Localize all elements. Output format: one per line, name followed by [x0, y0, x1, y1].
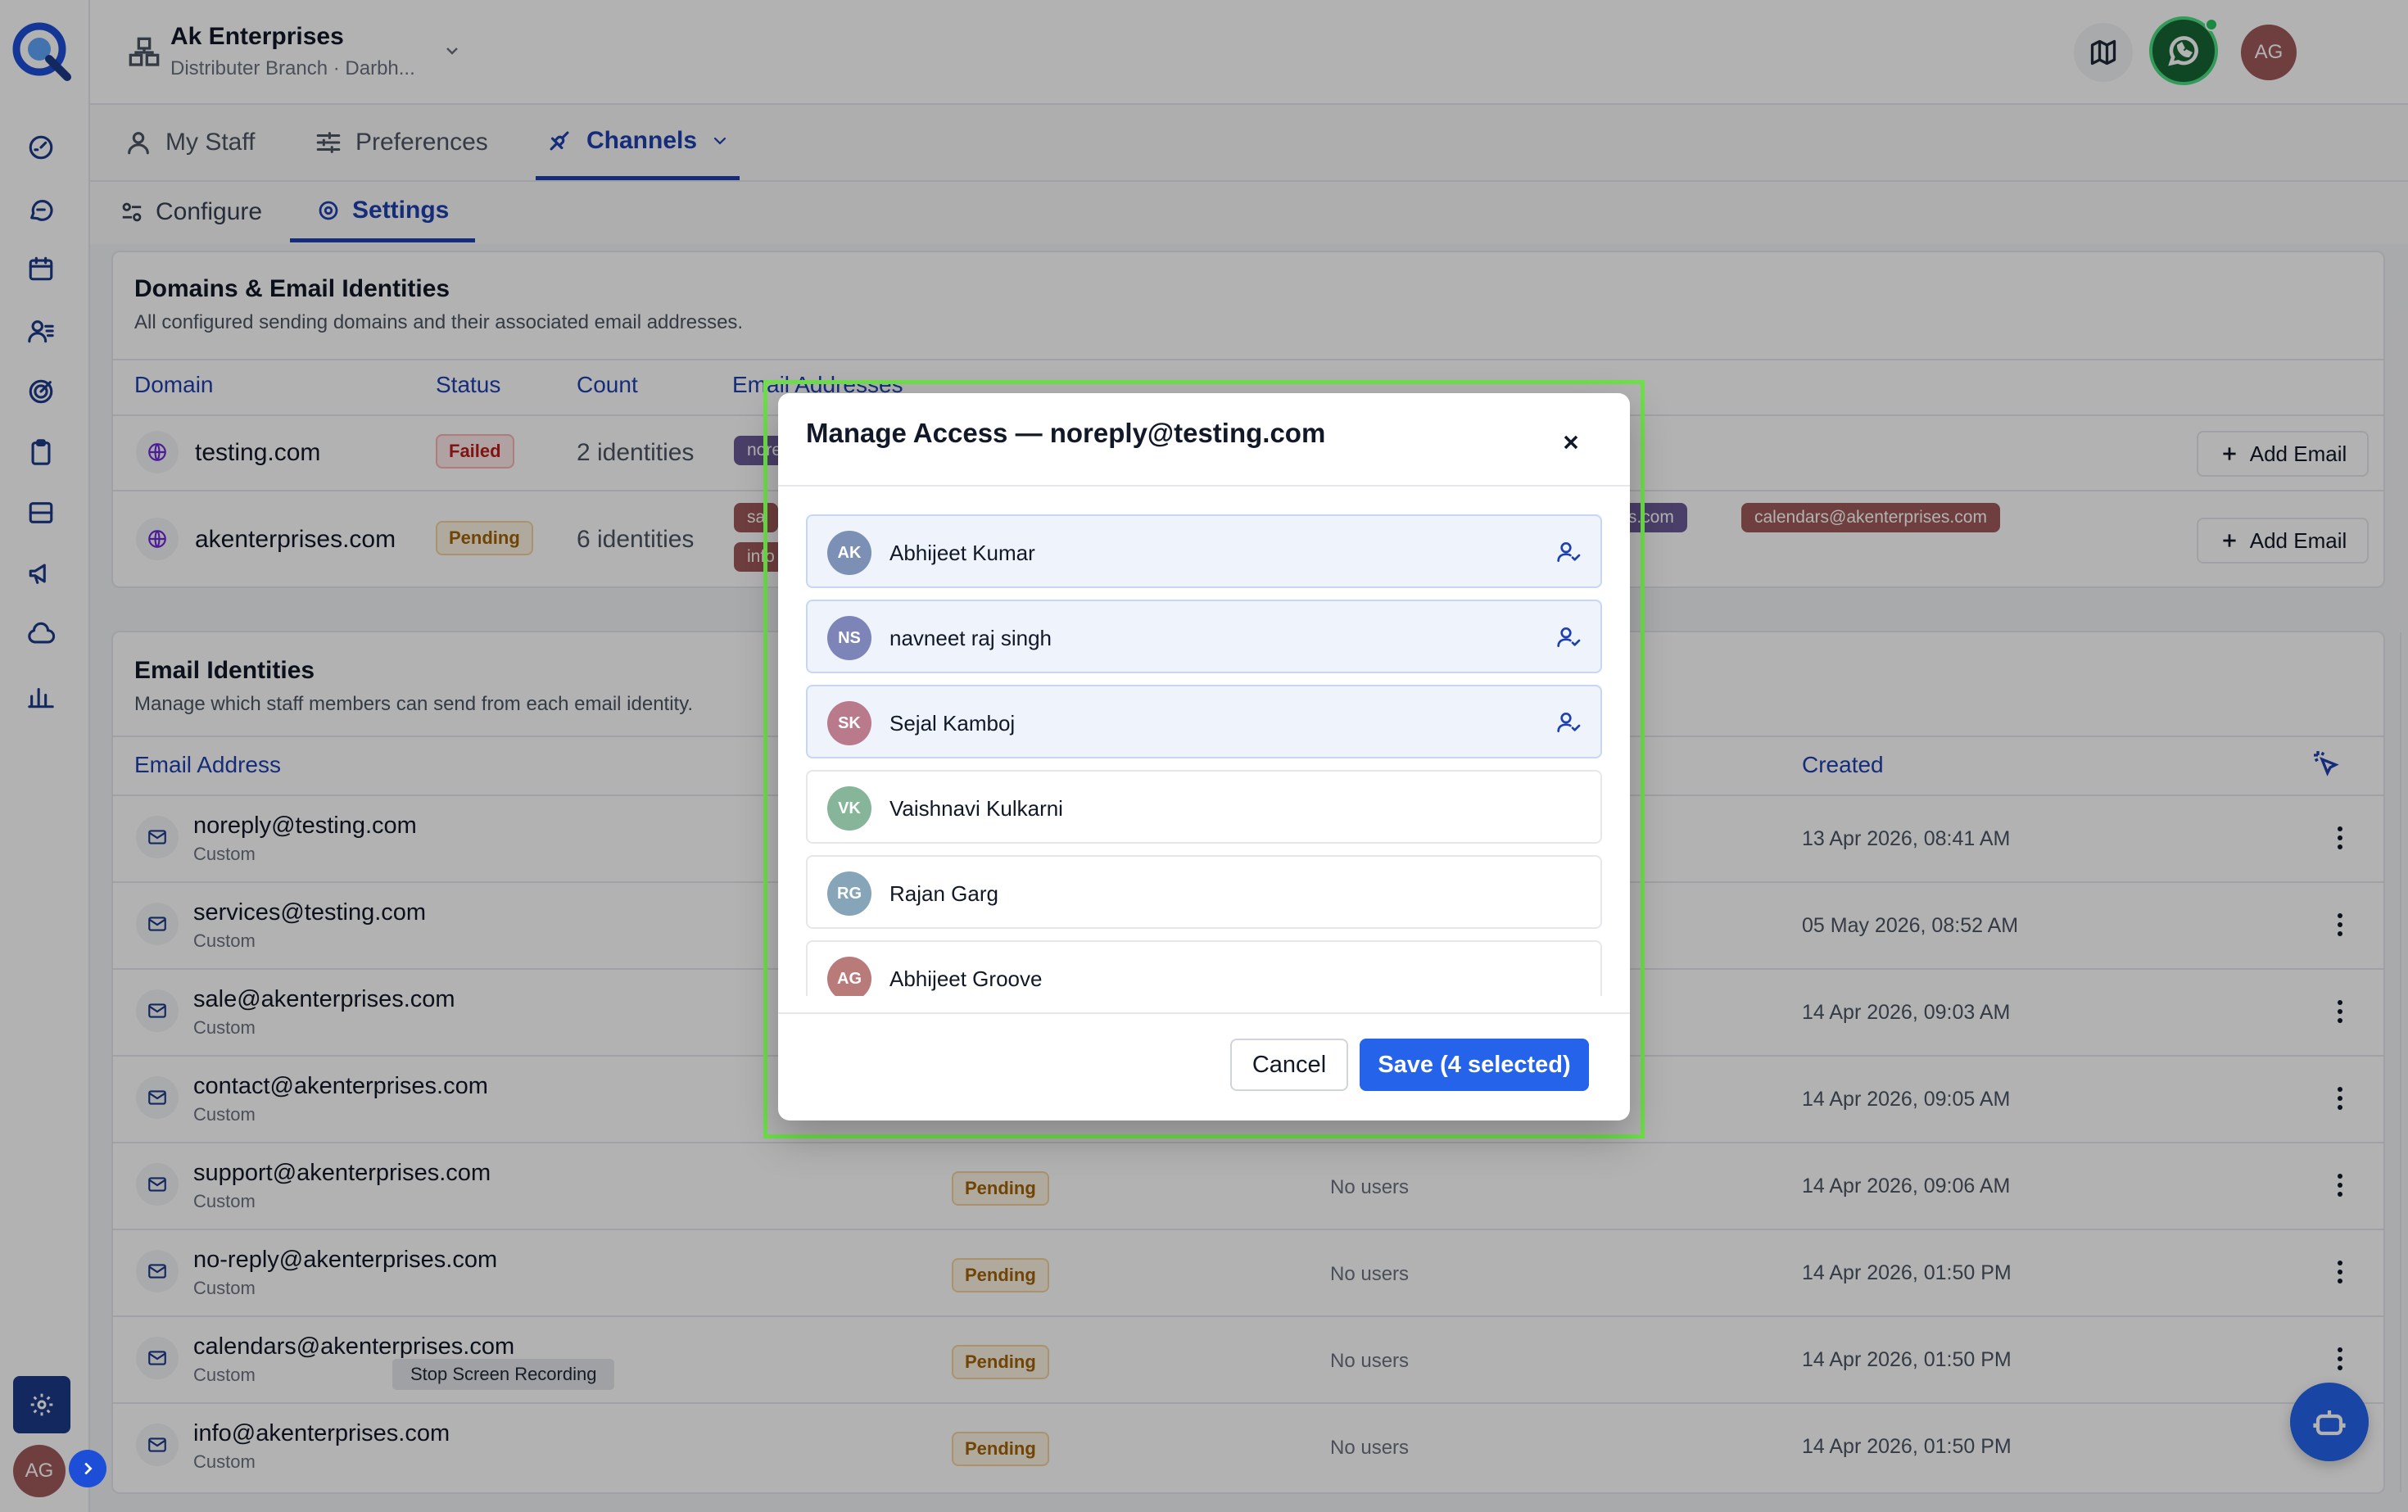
staff-name: Abhijeet Kumar	[889, 541, 1035, 565]
cancel-button[interactable]: Cancel	[1230, 1039, 1348, 1091]
staff-row[interactable]: VK Vaishnavi Kulkarni	[806, 770, 1602, 844]
close-button[interactable]	[1556, 428, 1586, 457]
staff-row[interactable]: AG Abhijeet Groove	[806, 940, 1602, 996]
modal-title: Manage Access — noreply@testing.com	[806, 418, 1326, 448]
avatar: VK	[827, 786, 871, 831]
user-check-icon	[1556, 539, 1582, 565]
manage-access-modal: Manage Access — noreply@testing.com AK Ab…	[778, 393, 1630, 1120]
staff-row[interactable]: RG Rajan Garg	[806, 855, 1602, 929]
save-button[interactable]: Save (4 selected)	[1360, 1039, 1589, 1091]
avatar: RG	[827, 871, 871, 916]
staff-name: Rajan Garg	[889, 881, 998, 906]
staff-row[interactable]: SK Sejal Kamboj	[806, 685, 1602, 758]
staff-name: Vaishnavi Kulkarni	[889, 796, 1063, 821]
chevron-right-icon	[84, 1462, 93, 1475]
user-check-icon	[1556, 624, 1582, 650]
close-icon	[1564, 435, 1578, 450]
staff-name: Abhijeet Groove	[889, 967, 1043, 991]
staff-name: Sejal Kamboj	[889, 711, 1016, 736]
avatar: SK	[827, 701, 871, 745]
staff-row[interactable]: NS navneet raj singh	[806, 600, 1602, 673]
avatar: AK	[827, 531, 871, 575]
avatar: AG	[827, 957, 871, 996]
staff-list[interactable]: AK Abhijeet Kumar NS navneet raj singh SK Sej…	[806, 514, 1602, 996]
expand-sidebar-button[interactable]	[69, 1450, 106, 1487]
user-check-icon	[1556, 709, 1582, 736]
avatar: NS	[827, 616, 871, 660]
staff-name: navneet raj singh	[889, 626, 1052, 650]
staff-row[interactable]: AK Abhijeet Kumar	[806, 514, 1602, 588]
